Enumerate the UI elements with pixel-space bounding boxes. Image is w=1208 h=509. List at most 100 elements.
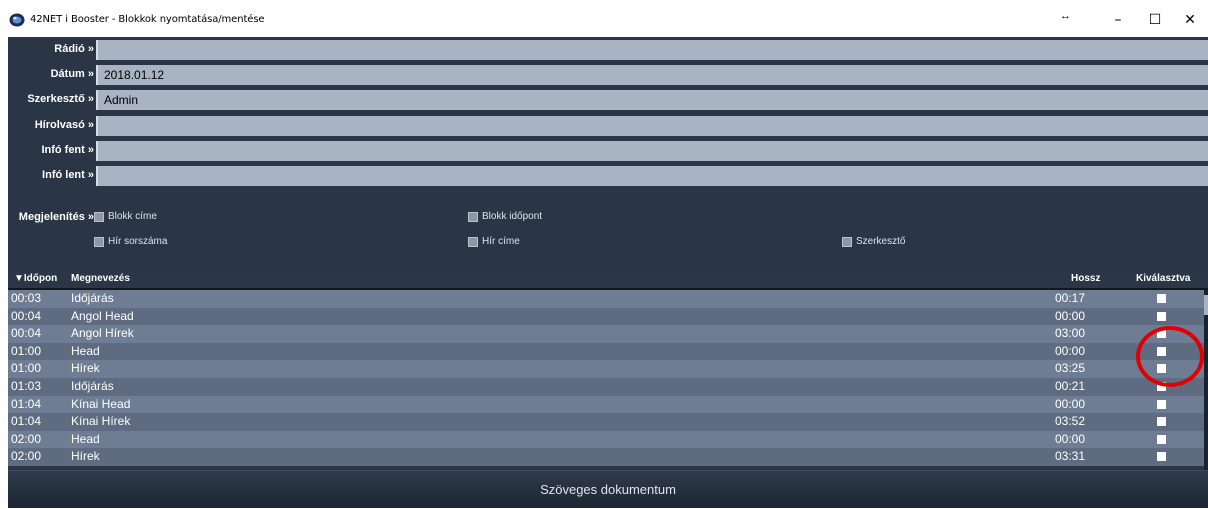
resize-icon[interactable]: ↔ (1060, 10, 1071, 22)
cell-time: 01:03 (11, 379, 42, 393)
checkbox-label: Blokk címe (108, 211, 157, 222)
cell-length: 03:52 (1055, 414, 1086, 429)
table-row[interactable]: 00:03 Időjárás 00:17 (8, 290, 1204, 308)
table-row[interactable]: 00:04 Angol Hírek 03:00 (8, 325, 1204, 343)
checkbox-label: Blokk időpont (482, 211, 543, 222)
cell-time: 01:04 (11, 414, 42, 429)
cell-name: Hírek (71, 361, 100, 376)
red-circle-annotation (1136, 326, 1204, 387)
cell-name: Head (71, 343, 100, 358)
cell-length: 00:00 (1055, 431, 1086, 446)
table-row[interactable]: 01:00 Head 00:00 (8, 342, 1204, 361)
select-checkbox[interactable] (1157, 417, 1166, 427)
cell-name: Kínai Hírek (71, 414, 131, 429)
text-document-button[interactable]: Szöveges dokumentum (8, 471, 1208, 509)
select-checkbox[interactable] (1157, 399, 1166, 409)
table-row[interactable]: 02:00 Hírek 03:31 (8, 448, 1204, 466)
maximize-button[interactable]: ☐ (1135, 10, 1175, 30)
footer-bar: Szöveges dokumentum (8, 470, 1208, 508)
select-checkbox[interactable] (1157, 311, 1166, 321)
checkbox-block-title[interactable]: Blokk címe (94, 211, 157, 222)
checkbox-box[interactable] (468, 236, 478, 247)
column-header-name[interactable]: Megnevezés (71, 273, 130, 284)
cell-length: 00:00 (1055, 396, 1086, 411)
checkbox-label: Hír címe (482, 236, 520, 247)
cell-time: 02:00 (11, 431, 42, 446)
cell-length: 00:00 (1055, 308, 1086, 323)
radio-row: Rádió » (8, 39, 1208, 60)
display-label: Megjelenítés » (18, 211, 94, 223)
checkbox-box[interactable] (842, 236, 852, 247)
checkbox-box[interactable] (94, 236, 104, 247)
radio-label: Rádió » (54, 43, 94, 55)
grid-scrollbar[interactable] (1204, 290, 1208, 470)
date-field[interactable]: 2018.01.12 (96, 65, 1208, 85)
title-bar: 42NET i Booster - Blokkok nyomtatása/men… (0, 0, 1208, 37)
column-header-time[interactable]: ▼Időpon (14, 273, 57, 284)
select-checkbox[interactable] (1157, 294, 1166, 303)
select-checkbox[interactable] (1157, 452, 1166, 462)
checkbox-box[interactable] (468, 211, 478, 222)
grid-header: ▼Időpon Megnevezés Hossz Kiválasztva (8, 268, 1208, 290)
cell-name: Időjárás (71, 291, 114, 305)
cell-name: Kínai Head (71, 396, 131, 411)
column-header-length[interactable]: Hossz (1071, 273, 1100, 284)
checkbox-news-number[interactable]: Hír sorszáma (94, 236, 167, 247)
info-bottom-label: Infó lent » (42, 169, 94, 181)
cell-time: 00:04 (11, 308, 42, 323)
date-label: Dátum » (50, 68, 94, 80)
window-title: 42NET i Booster - Blokkok nyomtatása/men… (30, 14, 265, 25)
app-logo-icon (9, 13, 25, 27)
cell-time: 01:00 (11, 361, 42, 376)
scrollbar-thumb[interactable] (1204, 295, 1208, 315)
cell-time: 01:04 (11, 396, 42, 411)
cell-length: 00:21 (1055, 379, 1086, 393)
app-window: 42NET i Booster - Blokkok nyomtatása/men… (0, 0, 1208, 508)
checkbox-label: Szerkesztő (856, 236, 906, 247)
cell-name: Angol Head (71, 308, 134, 323)
date-row: Dátum » 2018.01.12 (8, 64, 1208, 85)
info-bottom-field[interactable] (96, 166, 1208, 186)
cell-name: Hírek (71, 449, 100, 464)
newsreader-label: Hírolvasó » (34, 119, 94, 131)
info-top-row: Infó fent » (8, 140, 1208, 161)
minimize-button[interactable]: – (1098, 10, 1138, 30)
checkbox-editor[interactable]: Szerkesztő (842, 236, 905, 247)
table-row[interactable]: 01:04 Kínai Head 00:00 (8, 395, 1204, 414)
table-row[interactable]: 01:00 Hírek 03:25 (8, 360, 1204, 378)
cell-name: Angol Hírek (71, 326, 134, 341)
newsreader-row: Hírolvasó » (8, 115, 1208, 136)
editor-label: Szerkesztő » (27, 93, 94, 105)
checkbox-block-time[interactable]: Blokk időpont (468, 211, 542, 222)
table-row[interactable]: 02:00 Head 00:00 (8, 430, 1204, 449)
cell-time: 00:04 (11, 326, 42, 341)
close-button[interactable]: ✕ (1170, 10, 1208, 30)
editor-field[interactable]: Admin (96, 90, 1208, 110)
radio-field[interactable] (96, 40, 1208, 60)
info-top-label: Infó fent » (41, 144, 94, 156)
cell-length: 00:00 (1055, 343, 1086, 358)
cell-length: 03:31 (1055, 449, 1086, 464)
cell-time: 00:03 (11, 291, 42, 305)
table-row[interactable]: 00:04 Angol Head 00:00 (8, 307, 1204, 326)
cell-name: Időjárás (71, 379, 114, 393)
grid-body: 00:03 Időjárás 00:17 00:04 Angol Head 00… (8, 290, 1204, 470)
column-header-selected[interactable]: Kiválasztva (1136, 273, 1190, 284)
table-row[interactable]: 01:04 Kínai Hírek 03:52 (8, 413, 1204, 431)
info-top-field[interactable] (96, 141, 1208, 161)
checkbox-box[interactable] (94, 211, 104, 222)
newsreader-field[interactable] (96, 116, 1208, 136)
cell-name: Head (71, 431, 100, 446)
info-bottom-row: Infó lent » (8, 165, 1208, 186)
cell-time: 02:00 (11, 449, 42, 464)
editor-row: Szerkesztő » Admin (8, 89, 1208, 110)
cell-length: 03:00 (1055, 326, 1086, 341)
cell-length: 03:25 (1055, 361, 1086, 376)
select-checkbox[interactable] (1157, 434, 1166, 444)
table-row[interactable]: 01:03 Időjárás 00:21 (8, 378, 1204, 396)
cell-length: 00:17 (1055, 291, 1086, 305)
checkbox-news-title[interactable]: Hír címe (468, 236, 520, 247)
main-panel: Rádió » Dátum » 2018.01.12 Szerkesztő » … (8, 37, 1208, 508)
checkbox-label: Hír sorszáma (108, 236, 168, 247)
cell-time: 01:00 (11, 343, 42, 358)
